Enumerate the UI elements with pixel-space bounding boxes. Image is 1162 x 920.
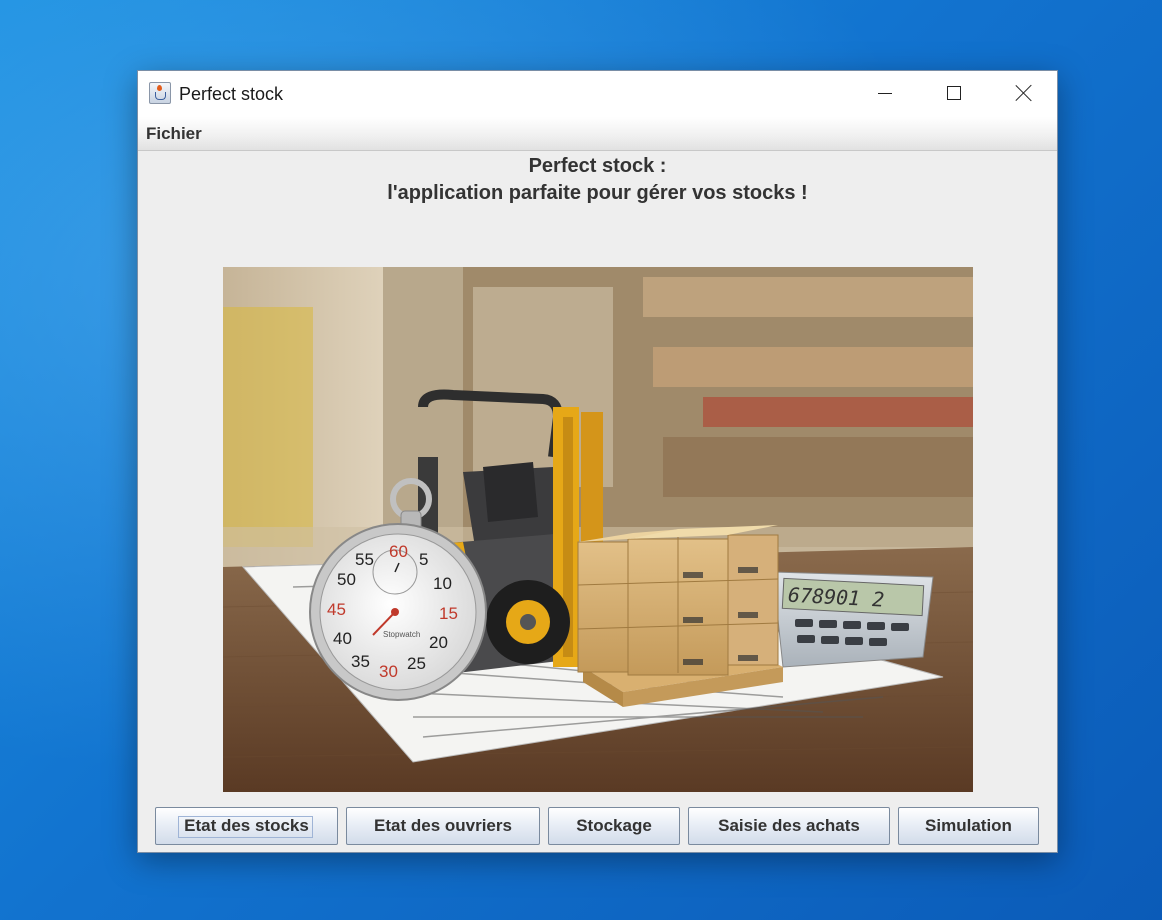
dial-60: 60 — [389, 542, 408, 561]
minimize-icon — [878, 93, 892, 94]
stockage-button[interactable]: Stockage — [548, 807, 680, 845]
dial-55: 55 — [355, 550, 374, 569]
dial-20: 20 — [429, 633, 448, 652]
dial-25: 25 — [407, 654, 426, 673]
button-label: Etat des stocks — [184, 816, 309, 835]
maximize-icon — [947, 86, 961, 100]
close-icon — [1015, 84, 1033, 102]
menu-fichier[interactable]: Fichier — [146, 124, 202, 144]
warehouse-illustration: 678901 2 55 60 5 10 15 20 25 30 35 40 45… — [223, 267, 973, 792]
close-button[interactable] — [989, 71, 1059, 117]
heading-line-2: l'application parfaite pour gérer vos st… — [387, 182, 808, 204]
dial-35: 35 — [351, 652, 370, 671]
java-app-icon — [149, 82, 171, 104]
stopwatch-brand: Stopwatch — [383, 630, 420, 639]
dial-15: 15 — [439, 604, 458, 623]
button-label: Simulation — [925, 816, 1012, 835]
minimize-button[interactable] — [850, 71, 920, 117]
action-buttons: Etat des stocks Etat des ouvriers Stocka… — [138, 807, 1057, 847]
boxes-graphic — [577, 525, 783, 707]
etat-des-stocks-button[interactable]: Etat des stocks — [155, 807, 338, 845]
maximize-button[interactable] — [919, 71, 989, 117]
heading-line-1: Perfect stock : — [528, 155, 667, 177]
button-label: Etat des ouvriers — [374, 816, 512, 835]
calculator-display: 678901 2 — [787, 583, 884, 612]
title-bar[interactable]: Perfect stock — [138, 71, 1057, 117]
dial-10: 10 — [433, 574, 452, 593]
button-label: Stockage — [576, 816, 652, 835]
simulation-button[interactable]: Simulation — [898, 807, 1039, 845]
etat-des-ouvriers-button[interactable]: Etat des ouvriers — [346, 807, 540, 845]
saisie-des-achats-button[interactable]: Saisie des achats — [688, 807, 890, 845]
page-heading: Perfect stock : l'application parfaite p… — [138, 153, 1057, 207]
window-title: Perfect stock — [179, 84, 284, 104]
menu-bar: Fichier — [138, 117, 1057, 151]
dial-50: 50 — [337, 570, 356, 589]
app-window: Perfect stock Fichier Perfect stock : l'… — [137, 70, 1058, 853]
dial-30: 30 — [379, 662, 398, 681]
dial-40: 40 — [333, 629, 352, 648]
button-label: Saisie des achats — [718, 816, 860, 835]
dial-5: 5 — [419, 550, 428, 569]
dial-45: 45 — [327, 600, 346, 619]
